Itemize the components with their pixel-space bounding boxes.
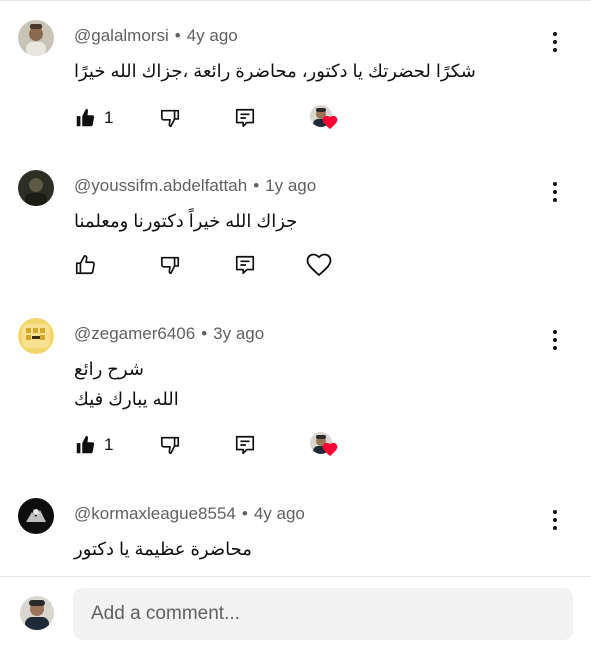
thumbs-up-icon (75, 255, 95, 275)
meta-separator: • (201, 324, 208, 343)
comment-text: محاضرة عظيمة يا دكتور (74, 534, 270, 564)
heart-icon (306, 253, 332, 277)
more-vert-icon[interactable] (546, 30, 564, 54)
comment-time[interactable]: 4y ago (187, 26, 238, 45)
reply-icon (235, 435, 255, 455)
more-vert-icon[interactable] (546, 328, 564, 352)
meta-separator: • (253, 176, 260, 195)
comment-text-line: محاضرة عظيمة يا دكتور (74, 539, 252, 559)
comment-actions: 1 (74, 430, 354, 460)
top-divider (0, 0, 591, 1)
comment-actions: 1 (74, 103, 354, 133)
creator-heart (310, 430, 342, 460)
comment-text-line: شكرًا لحضرتك يا دكتور، محاضرة رائعة ،جزا… (74, 61, 476, 81)
comment-meta: @galalmorsi • 4y ago (74, 26, 238, 46)
thumbs-down-icon (160, 256, 180, 275)
avatar[interactable] (18, 318, 54, 354)
dislike-button[interactable] (159, 430, 181, 460)
add-comment-placeholder: Add a comment... (91, 603, 240, 624)
meta-separator: • (174, 26, 181, 45)
comment-text: شرح رائع الله يبارك فيك (74, 354, 186, 414)
comment-author[interactable]: @kormaxleague8554 (74, 504, 236, 523)
comment-text-line: جزاك الله خيراً دكتورنا ومعلمنا (74, 211, 298, 231)
comment-text: شكرًا لحضرتك يا دكتور، محاضرة رائعة ،جزا… (74, 56, 506, 86)
more-vert-icon[interactable] (546, 508, 564, 532)
comment-author[interactable]: @zegamer6406 (74, 324, 195, 343)
composer-divider (0, 576, 591, 577)
reply-button[interactable] (234, 103, 256, 133)
like-button[interactable]: 1 (74, 430, 113, 460)
comment-meta: @zegamer6406 • 3y ago (74, 324, 264, 344)
comment-author[interactable]: @galalmorsi (74, 26, 169, 45)
heart-button[interactable] (306, 250, 332, 280)
comment-text-line: شرح رائع (74, 359, 144, 379)
comment-meta: @youssifm.abdelfattah • 1y ago (74, 176, 316, 196)
comment-text-line: الله يبارك فيك (74, 389, 179, 409)
comment-time[interactable]: 3y ago (213, 324, 264, 343)
comment-text: جزاك الله خيراً دكتورنا ومعلمنا (74, 206, 324, 236)
heart-icon (322, 115, 338, 129)
like-count: 1 (104, 435, 114, 454)
thumbs-down-icon (160, 436, 180, 455)
thumbs-up-icon (76, 435, 95, 454)
like-button[interactable] (74, 250, 104, 280)
meta-separator: • (241, 504, 248, 523)
dislike-button[interactable] (159, 103, 181, 133)
more-vert-icon[interactable] (546, 180, 564, 204)
dislike-button[interactable] (159, 250, 181, 280)
reply-button[interactable] (234, 250, 256, 280)
reply-icon (235, 255, 255, 275)
creator-heart (310, 103, 342, 133)
thumbs-up-icon (76, 108, 95, 127)
add-comment-input[interactable]: Add a comment... (73, 588, 573, 640)
like-count: 1 (104, 108, 114, 127)
reply-icon (235, 108, 255, 128)
comment-actions (74, 250, 354, 280)
like-button[interactable]: 1 (74, 103, 113, 133)
comment-time[interactable]: 1y ago (265, 176, 316, 195)
comment-meta: @kormaxleague8554 • 4y ago (74, 504, 305, 524)
avatar[interactable] (18, 498, 54, 534)
comment-time[interactable]: 4y ago (254, 504, 305, 523)
avatar (20, 596, 54, 630)
thumbs-down-icon (160, 109, 180, 128)
comment-author[interactable]: @youssifm.abdelfattah (74, 176, 247, 195)
heart-icon (322, 442, 338, 456)
avatar[interactable] (18, 170, 54, 206)
avatar[interactable] (18, 20, 54, 56)
reply-button[interactable] (234, 430, 256, 460)
